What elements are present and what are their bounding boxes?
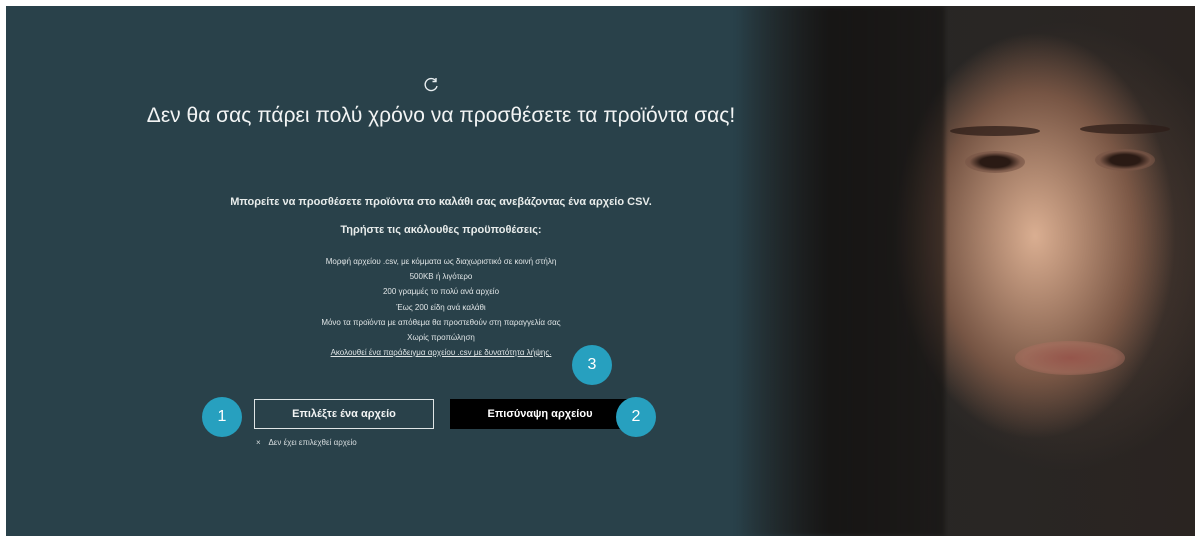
portrait-left-brow: [950, 126, 1040, 136]
close-icon: ×: [256, 438, 261, 447]
portrait-lips: [1015, 341, 1125, 375]
annotation-badge-2: 2: [616, 397, 656, 437]
requirement-item: Μόνο τα προϊόντα με απόθεμα θα προστεθού…: [321, 317, 561, 327]
requirement-item: 200 γραμμές το πολύ ανά αρχείο: [382, 287, 500, 297]
requirement-item: Μορφή αρχείου .csv, με κόμματα ως διαχωρ…: [325, 257, 557, 266]
upload-content: Δεν θα σας πάρει πολύ χρόνο να προσθέσετ…: [6, 6, 876, 536]
sample-csv-item: Ακολουθεί ένα παράδειγμα αρχείου .csv με…: [6, 345, 876, 360]
requirement-item: Χωρίς προπώληση: [407, 332, 475, 342]
no-file-text: Δεν έχει επιλεχθεί αρχείο: [268, 438, 357, 447]
file-status: × Δεν έχει επιλεχθεί αρχείο: [256, 438, 357, 447]
upload-file-button[interactable]: Επισύναψη αρχείου: [450, 399, 630, 429]
upload-panel: Δεν θα σας πάρει πολύ χρόνο να προσθέσετ…: [6, 6, 1195, 536]
portrait-right-brow: [1080, 124, 1170, 134]
annotation-badge-1: 1: [202, 397, 242, 437]
sample-csv-link[interactable]: Ακολουθεί ένα παράδειγμα αρχείου .csv με…: [331, 348, 552, 357]
choose-file-button[interactable]: Επιλέξτε ένα αρχείο: [254, 399, 434, 429]
requirement-item: Έως 200 είδη ανά καλάθι: [396, 302, 486, 312]
requirements-heading: Τηρήστε τις ακόλουθες προϋποθέσεις:: [340, 224, 542, 236]
upload-description: Μπορείτε να προσθέσετε προϊόντα στο καλά…: [230, 196, 652, 208]
requirements-list: Μορφή αρχείου .csv, με κόμματα ως διαχωρ…: [6, 254, 876, 360]
portrait-right-eye: [1095, 149, 1155, 171]
annotation-badge-3: 3: [572, 345, 612, 385]
requirement-item: 500KB ή λιγότερο: [409, 272, 473, 282]
refresh-icon: [422, 76, 440, 94]
portrait-left-eye: [965, 151, 1025, 173]
page-title: Δεν θα σας πάρει πολύ χρόνο να προσθέσετ…: [146, 104, 736, 127]
